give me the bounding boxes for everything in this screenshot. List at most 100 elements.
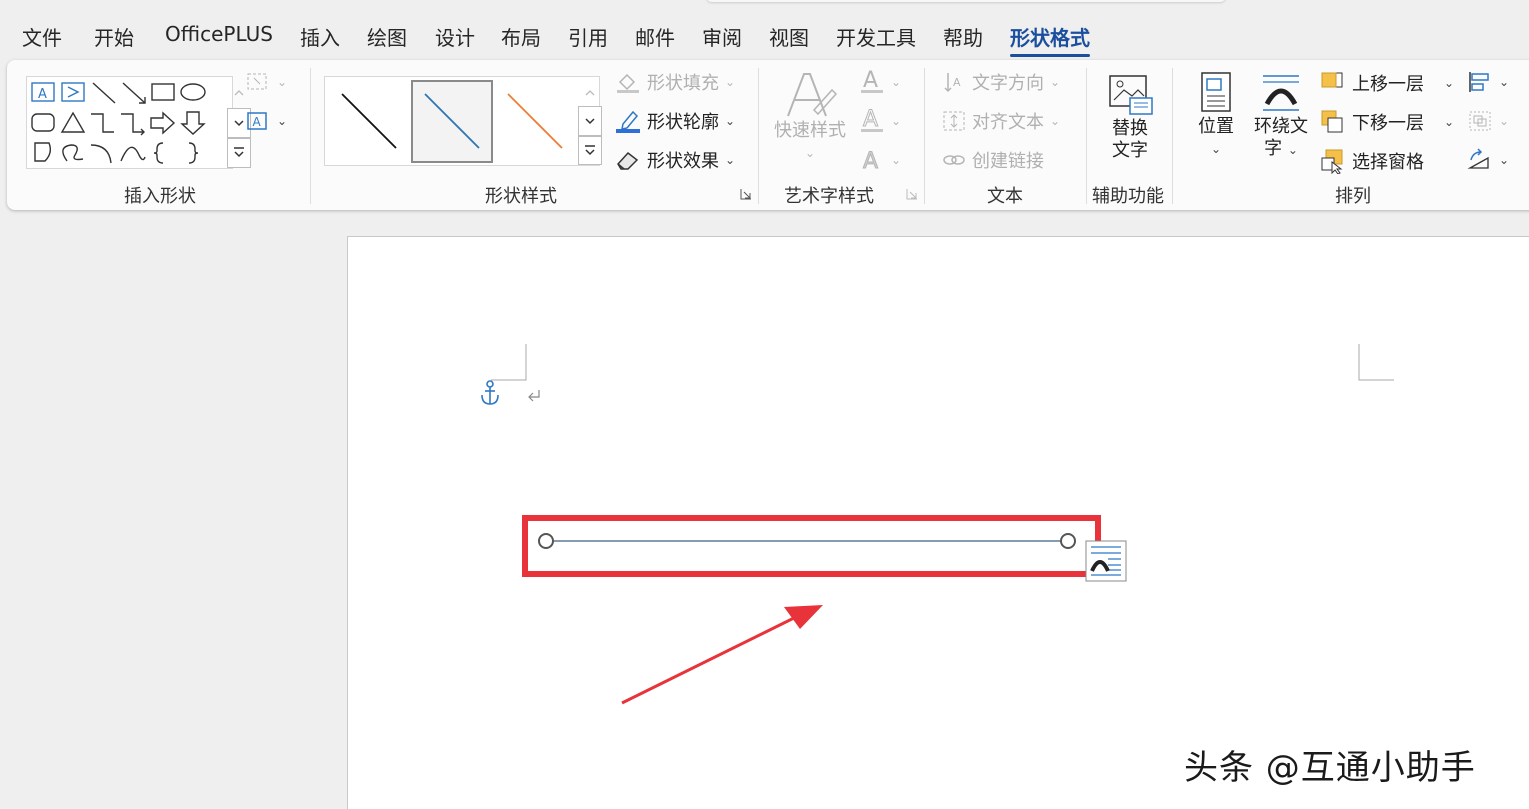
tab-insert[interactable]: 插入	[300, 22, 340, 51]
draw-textbox-button[interactable]: A ⌄	[245, 109, 287, 133]
shape-fill-button[interactable]: 形状填充 ⌄	[615, 69, 735, 95]
wordart-a-brush-icon	[787, 73, 838, 117]
wrap-text-button[interactable]: 环绕文 字 ⌄	[1251, 70, 1311, 161]
shape-outline-button[interactable]: 形状轮廓 ⌄	[615, 108, 735, 134]
tab-developer[interactable]: 开发工具	[836, 22, 916, 51]
styles-scroll-up[interactable]	[578, 77, 602, 107]
send-backward-label: 下移一层	[1352, 113, 1424, 134]
wrap-text-label-line2: 字	[1264, 138, 1283, 159]
send-backward-button[interactable]: 下移一层 ⌄	[1320, 109, 1454, 135]
rotate-button[interactable]: ⌄	[1467, 148, 1509, 172]
selection-pane-label: 选择窗格	[1352, 152, 1424, 173]
paragraph-mark	[528, 390, 540, 402]
style-preset-orange[interactable]	[494, 80, 576, 163]
position-button[interactable]: 位置 ⌄	[1191, 70, 1241, 160]
text-outline-button[interactable]: A ⌄	[859, 107, 901, 135]
down-arrow-shape-icon	[180, 111, 206, 135]
watermark-text: 头条 @互通小助手	[1184, 748, 1476, 788]
gallery-expand[interactable]	[227, 138, 251, 168]
styles-expand[interactable]	[578, 136, 602, 165]
tab-file[interactable]: 文件	[22, 22, 62, 51]
group-label-text: 文本	[987, 186, 1023, 207]
position-icon	[1201, 72, 1231, 112]
tab-draw[interactable]: 绘图	[367, 22, 407, 51]
oval-shape-icon	[180, 83, 206, 101]
dialog-launcher-icon[interactable]	[906, 188, 918, 200]
eraser-effects-icon	[617, 151, 639, 170]
style-preset-black[interactable]	[328, 80, 410, 163]
scribble-shape-icon	[62, 144, 84, 162]
edit-shape-button[interactable]: ⌄	[245, 70, 287, 94]
create-link-button[interactable]: 创建链接	[942, 147, 1044, 173]
chevron-down-icon: ⌄	[891, 114, 902, 128]
text-direction-button[interactable]: A 文字方向 ⌄	[942, 69, 1060, 95]
alt-text-image-icon	[1109, 75, 1153, 115]
chevron-down-icon: ⌄	[891, 153, 902, 167]
wrap-text-icon	[1263, 75, 1299, 111]
document-page[interactable]	[347, 236, 1529, 809]
text-fill-button[interactable]: A ⌄	[859, 68, 901, 96]
svg-text:A: A	[863, 107, 878, 132]
arrow-line-shape-icon	[122, 82, 146, 104]
ribbon-tab-bar: 文件 开始 OfficePLUS 插入 绘图 设计 布局 引用 邮件 审阅 视图…	[0, 0, 1529, 60]
shape-effects-button[interactable]: 形状效果 ⌄	[615, 147, 735, 173]
wrap-text-label-line1: 环绕文	[1254, 116, 1308, 137]
tab-review[interactable]: 审阅	[702, 22, 742, 51]
svg-text:A: A	[38, 87, 47, 102]
annotation-arrow	[621, 605, 823, 705]
align-button[interactable]: ⌄	[1467, 70, 1509, 94]
tab-mailings[interactable]: 邮件	[635, 22, 675, 51]
tab-layout[interactable]: 布局	[501, 22, 541, 51]
line-start-handle	[538, 533, 554, 549]
tab-help[interactable]: 帮助	[943, 22, 983, 51]
shapes-gallery[interactable]: A	[26, 76, 251, 169]
svg-text:A: A	[953, 76, 961, 89]
alt-text-label-line2: 文字	[1112, 140, 1148, 161]
align-text-icon	[943, 111, 965, 131]
group-objects-button[interactable]: ⌄	[1467, 109, 1509, 133]
chevron-down-icon: ⌄	[277, 75, 288, 89]
selection-pane-icon	[1321, 149, 1343, 174]
tab-officeplus[interactable]: OfficePLUS	[165, 22, 273, 46]
shapes-gallery-icons: A	[31, 82, 206, 164]
paint-bucket-icon	[617, 73, 639, 93]
margin-corner-mark-left	[491, 344, 527, 381]
tab-home[interactable]: 开始	[94, 22, 134, 51]
chevron-down-icon: ⌄	[725, 114, 736, 128]
tab-design[interactable]: 设计	[435, 22, 475, 51]
chevron-down-icon: ⌄	[891, 75, 902, 89]
layout-options-icon	[1085, 540, 1127, 582]
rectangle-shape-icon	[151, 83, 175, 101]
group-separator	[1172, 68, 1173, 204]
style-preset-line-2	[507, 93, 563, 149]
style-preset-blue[interactable]	[411, 80, 493, 163]
rotate-icon	[1467, 148, 1489, 169]
tab-references[interactable]: 引用	[568, 22, 608, 51]
tab-view[interactable]: 视图	[769, 22, 809, 51]
text-effects-button[interactable]: A ⌄	[859, 146, 902, 175]
text-effects-icon: A	[863, 149, 879, 175]
selection-pane-button[interactable]: 选择窗格	[1320, 148, 1424, 174]
create-link-label: 创建链接	[972, 151, 1044, 172]
chevron-down-icon: ⌄	[1444, 115, 1455, 129]
alt-text-button[interactable]: 替换 文字	[1101, 72, 1159, 162]
chevron-down-icon: ⌄	[1499, 153, 1510, 167]
document-canvas	[481, 344, 1394, 705]
ribbon: A ⌄ A ⌄ 插入形状 形状填充 ⌄ 形状轮廓 ⌄ 形状效果 ⌄ 形状样式 快…	[7, 60, 1529, 210]
chevron-down-icon: ⌄	[1210, 142, 1222, 156]
text-fill-icon: A	[861, 68, 883, 93]
chevron-down-icon: ⌄	[725, 153, 736, 167]
bring-forward-button[interactable]: 上移一层 ⌄	[1320, 70, 1454, 96]
styles-scroll-down[interactable]	[578, 106, 602, 136]
align-text-label: 对齐文本	[972, 112, 1044, 133]
chevron-down-icon: ⌄	[1499, 75, 1510, 89]
elbow-connector-icon	[91, 113, 114, 133]
tab-shape-format[interactable]: 形状格式	[1010, 22, 1090, 57]
group-separator	[758, 68, 759, 204]
send-backward-icon	[1321, 110, 1343, 133]
chevron-down-icon: ⌄	[1444, 76, 1455, 90]
shape-styles-gallery[interactable]	[324, 76, 602, 166]
dialog-launcher-icon[interactable]	[740, 188, 752, 200]
quick-styles-button[interactable]: 快速样式 ⌄	[773, 70, 847, 164]
align-text-button[interactable]: 对齐文本 ⌄	[942, 108, 1060, 134]
